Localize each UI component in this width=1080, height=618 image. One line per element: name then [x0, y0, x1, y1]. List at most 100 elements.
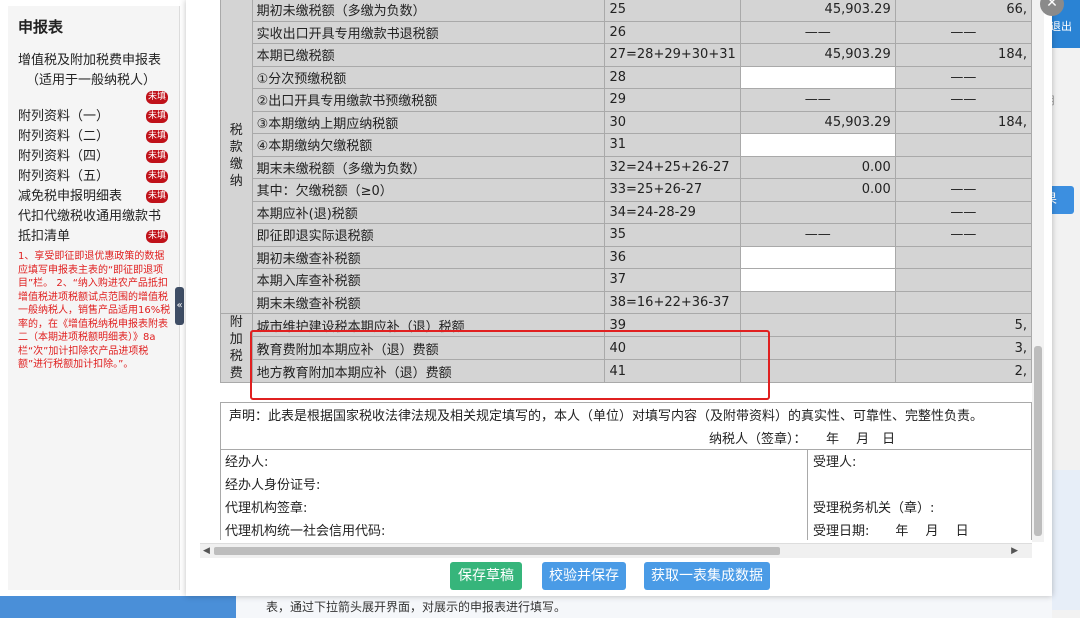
- table-row: 本期应补(退)税额 34=24-28-29 ——: [221, 200, 1032, 224]
- unfilled-badge: 未填: [146, 150, 168, 163]
- row-code: 31: [604, 133, 741, 157]
- cumulative-value: ——: [894, 223, 1032, 247]
- row-code: 36: [604, 245, 741, 269]
- row-code: 38=16+22+36-37: [604, 290, 741, 314]
- cumulative-value: 184,: [894, 43, 1032, 67]
- cumulative-value: [894, 268, 1032, 292]
- save-draft-button[interactable]: 保存草稿: [450, 562, 522, 590]
- row-code: 33=25+26-27: [604, 178, 741, 202]
- sidebar-item-main-form[interactable]: 增值税及附加税费申报表 （适用于一般纳税人）: [18, 51, 179, 91]
- verify-save-button[interactable]: 校验并保存: [542, 562, 626, 590]
- unfilled-badge: 未填: [146, 190, 168, 203]
- table-row: 税款缴纳期初未缴税额（多缴为负数） 25 45,903.29 66,: [220, 0, 1032, 314]
- cumulative-value: 184,: [894, 110, 1032, 134]
- row-label: 期初未缴查补税额: [251, 245, 606, 269]
- horizontal-scrollbar[interactable]: ◀ ▶: [200, 543, 1032, 558]
- table-row: 本期入库查补税额 37: [221, 268, 1032, 292]
- table-row: 期末未缴查补税额 38=16+22+36-37: [221, 290, 1032, 314]
- cumulative-value: 66,: [894, 0, 1032, 22]
- cumulative-value: [894, 155, 1032, 179]
- table-row: 本期已缴税额 27=28+29+30+31 45,903.29 184,: [221, 43, 1032, 67]
- unfilled-badge: 未填: [146, 230, 168, 243]
- row-label: 期末未缴查补税额: [251, 290, 606, 314]
- current-period-value[interactable]: [739, 133, 896, 157]
- cumulative-value: ——: [894, 178, 1032, 202]
- unfilled-badge: 未填: [146, 170, 168, 183]
- current-period-value: 0.00: [739, 178, 896, 202]
- current-period-value: 45,903.29: [739, 43, 896, 67]
- receiver-label: 受理人:: [813, 455, 857, 470]
- row-label: 本期应补(退)税额: [251, 200, 606, 224]
- row-code: 26: [604, 20, 741, 44]
- row-code: 35: [604, 223, 741, 247]
- tax-office-label: 受理税务机关（章）:: [813, 501, 935, 516]
- current-period-value[interactable]: [739, 65, 896, 89]
- current-period-value: 45,903.29: [739, 0, 896, 22]
- current-period-value: [739, 290, 896, 314]
- scrollbar-thumb[interactable]: [1034, 346, 1042, 536]
- row-label: ①分次预缴税额: [251, 65, 606, 89]
- receive-date-label: 受理日期: 年 月 日: [813, 524, 969, 539]
- background-footer-bar: [0, 596, 236, 618]
- cumulative-value: ——: [894, 200, 1032, 224]
- cumulative-value: [894, 245, 1032, 269]
- row-code: 37: [604, 268, 741, 292]
- exit-link[interactable]: 退出: [1050, 18, 1072, 34]
- sidebar-item-deduction-list[interactable]: 抵扣清单 未填: [18, 227, 179, 247]
- row-code: 29: [604, 88, 741, 112]
- scroll-left-icon[interactable]: ◀: [203, 544, 210, 558]
- fetch-data-button[interactable]: 获取一表集成数据: [644, 562, 770, 590]
- main-form-status: 未填: [18, 91, 179, 107]
- group-label-surcharge: 附加税费: [220, 313, 253, 383]
- table-row: 实收出口开具专用缴款书退税额 26 —— ——: [221, 20, 1032, 44]
- form-scroll-area: 税款缴纳期初未缴税额（多缴为负数） 25 45,903.29 66, 实收出口开具专用缴…: [218, 0, 1032, 540]
- scrollbar-thumb[interactable]: [214, 547, 780, 555]
- row-label: 即征即退实际退税额: [251, 223, 606, 247]
- sidebar-item-schedule-4[interactable]: 附列资料（四） 未填: [18, 147, 179, 167]
- collapse-sidebar-icon[interactable]: «: [175, 287, 184, 325]
- sidebar-item-tax-relief[interactable]: 减免税申报明细表 未填: [18, 187, 179, 207]
- agent-info-section: 经办人: 经办人身份证号: 代理机构签章: 代理机构统一社会信用代码: 受理人:…: [220, 449, 1032, 540]
- row-label: 期初未缴税额（多缴为负数）: [251, 0, 606, 22]
- cumulative-value: ——: [894, 65, 1032, 89]
- highlight-box: [250, 330, 770, 400]
- sidebar-item-withholding[interactable]: 代扣代缴税收通用缴款书: [18, 207, 179, 227]
- current-period-value[interactable]: [739, 268, 896, 292]
- tax-payment-table: 税款缴纳期初未缴税额（多缴为负数） 25 45,903.29 66, 实收出口开具专用缴…: [220, 0, 1032, 383]
- row-label: 本期已缴税额: [251, 43, 606, 67]
- table-row: 其中：欠缴税额（≥0） 33=25+26-27 0.00 ——: [221, 178, 1032, 202]
- sidebar-item-label: 附列资料（二）: [18, 129, 110, 144]
- row-code: 34=24-28-29: [604, 200, 741, 224]
- declaration-form-dialog: 税款缴纳期初未缴税额（多缴为负数） 25 45,903.29 66, 实收出口开具专用缴…: [186, 0, 1052, 596]
- current-period-value: 0.00: [739, 155, 896, 179]
- agency-sign-label: 代理机构签章:: [225, 501, 308, 516]
- current-period-value: 45,903.29: [739, 110, 896, 134]
- cumulative-value: [894, 290, 1032, 314]
- scroll-right-icon[interactable]: ▶: [1011, 544, 1018, 558]
- sidebar-item-schedule-1[interactable]: 附列资料（一） 未填: [18, 107, 179, 127]
- footer-hint-text: 表，通过下拉箭头展开界面，对展示的申报表进行填写。: [236, 596, 1052, 618]
- row-label: 期末未缴税额（多缴为负数）: [251, 155, 606, 179]
- sidebar-item-schedule-5[interactable]: 附列资料（五） 未填: [18, 167, 179, 187]
- cumulative-value: [894, 133, 1032, 157]
- current-period-value[interactable]: [739, 245, 896, 269]
- sidebar-item-schedule-2[interactable]: 附列资料（二） 未填: [18, 127, 179, 147]
- table-row: ④本期缴纳欠缴税额 31: [221, 133, 1032, 157]
- table-row: ②出口开具专用缴款书预缴税额 29 —— ——: [221, 88, 1032, 112]
- form-list-sidebar: 申报表 增值税及附加税费申报表 （适用于一般纳税人） 未填 附列资料（一） 未填…: [8, 6, 180, 590]
- row-code: 28: [604, 65, 741, 89]
- table-row: 期末未缴税额（多缴为负数） 32=24+25+26-27 0.00: [221, 155, 1032, 179]
- agency-code-label: 代理机构统一社会信用代码:: [225, 524, 386, 539]
- sidebar-item-label: 抵扣清单: [18, 229, 71, 244]
- declaration-section: 声明：此表是根据国家税收法律法规及相关规定填写的，本人（单位）对填写内容（及附带…: [220, 402, 1032, 450]
- sidebar-item-label: 附列资料（一）: [18, 109, 110, 124]
- cumulative-value: 5,: [894, 313, 1032, 337]
- main-form-label: 增值税及附加税费申报表: [18, 53, 162, 68]
- sidebar-item-label: 附列资料（五）: [18, 169, 110, 184]
- row-label: 实收出口开具专用缴款书退税额: [251, 20, 606, 44]
- table-row: ③本期缴纳上期应纳税额 30 45,903.29 184,: [221, 110, 1032, 134]
- unfilled-badge: 未填: [146, 110, 168, 123]
- unfilled-badge: 未填: [146, 130, 168, 143]
- cumulative-value: ——: [894, 20, 1032, 44]
- vertical-scrollbar[interactable]: [1032, 0, 1044, 542]
